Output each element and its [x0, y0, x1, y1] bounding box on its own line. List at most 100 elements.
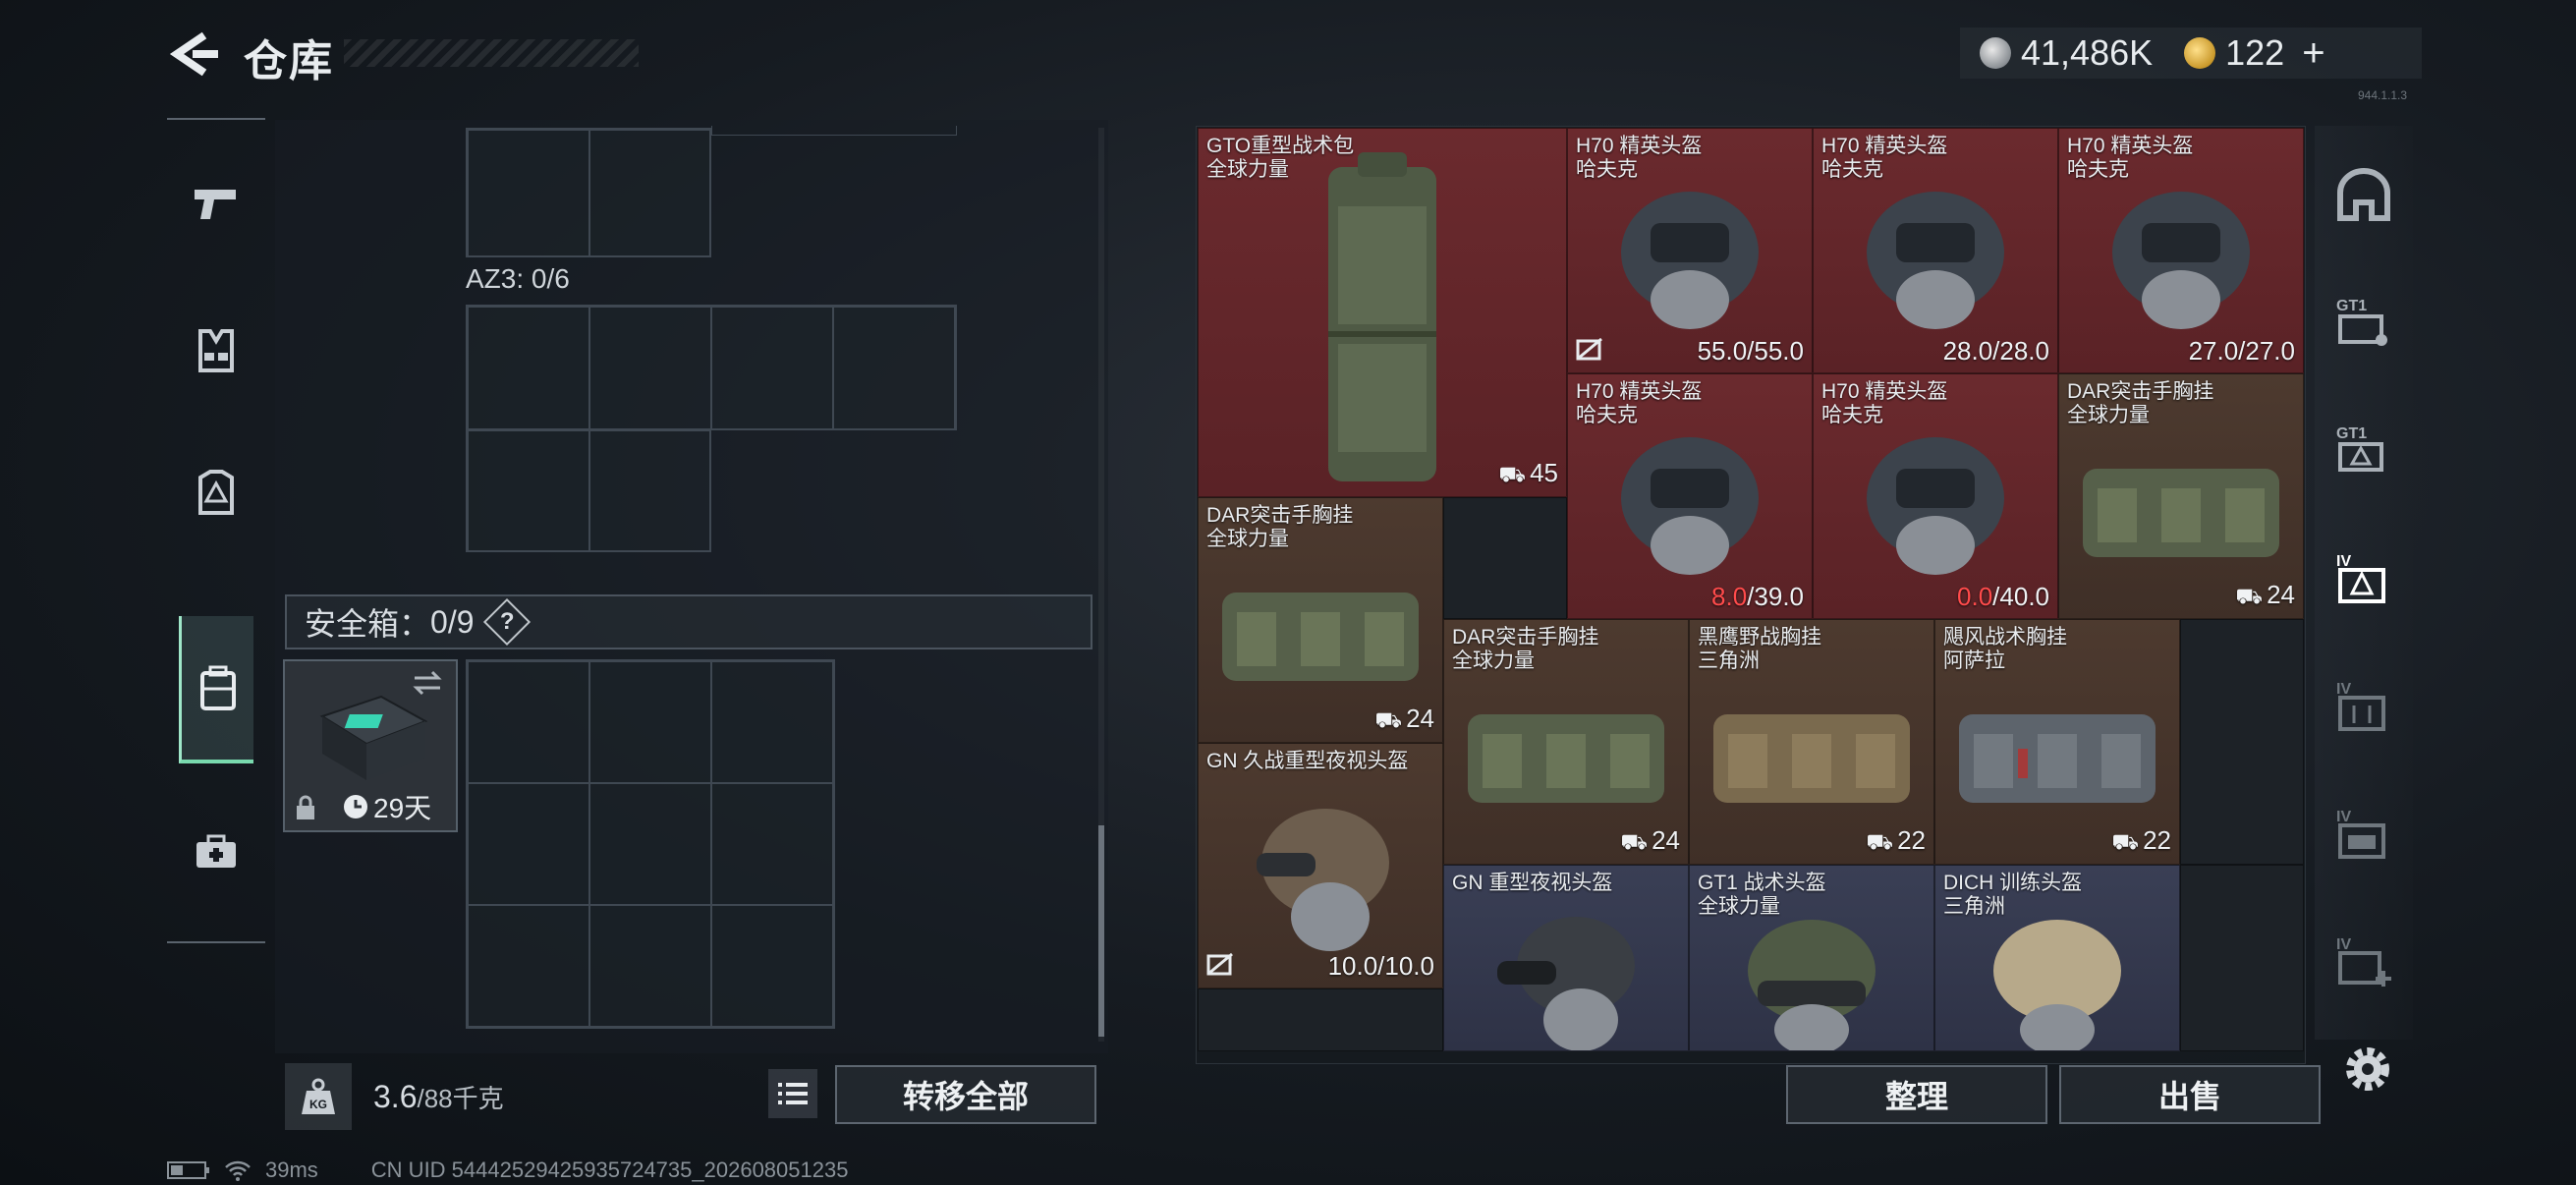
- grid-cell[interactable]: [589, 430, 711, 552]
- battery-icon: [167, 1161, 209, 1179]
- empty-slot[interactable]: [1198, 988, 1443, 1051]
- gt1-tab-icon: GT1: [2336, 298, 2387, 346]
- helmet-image: [1993, 920, 2121, 1050]
- helmet-image: [1621, 437, 1759, 576]
- safe-box-count: 0/9: [430, 603, 475, 640]
- grid-cell[interactable]: [468, 307, 589, 430]
- sell-button[interactable]: 出售: [2059, 1065, 2321, 1124]
- safe-box-item[interactable]: 29天: [283, 659, 458, 832]
- grid-cell[interactable]: [589, 130, 711, 257]
- tab-gt1-2[interactable]: GT1: [2334, 421, 2393, 480]
- tab-tier4[interactable]: IV: [2334, 548, 2393, 607]
- safe-box-icon: [319, 695, 428, 780]
- empty-slot[interactable]: [2180, 619, 2304, 865]
- inventory-item-chest-rig[interactable]: 飓风战术胸挂 阿萨拉 ⛟ 22: [1934, 619, 2180, 865]
- inventory-item-chest-rig[interactable]: DAR突击手胸挂 全球力量 ⛟ 24: [1198, 497, 1443, 743]
- grid-cell[interactable]: [468, 430, 589, 552]
- item-subtitle: 全球力量: [1698, 895, 1780, 918]
- item-capacity: ⛟ 22: [1866, 825, 1926, 858]
- grid-cell[interactable]: [711, 307, 833, 430]
- organize-button[interactable]: 整理: [1786, 1065, 2047, 1124]
- nav-weapons[interactable]: [179, 130, 253, 277]
- inventory-item-backpack[interactable]: GTO重型战术包 全球力量 ⛟ 45: [1198, 128, 1567, 497]
- tab-tier4-2[interactable]: IV: [2334, 676, 2393, 735]
- help-label: ?: [499, 607, 514, 635]
- tab-tier4-3[interactable]: IV: [2334, 804, 2393, 863]
- vest-capacity-icon: ⛟: [1866, 829, 1894, 854]
- tab-tier4-add[interactable]: IV: [2334, 931, 2393, 990]
- grid-cell[interactable]: [589, 783, 711, 905]
- wifi-icon: [225, 1160, 251, 1181]
- scrollbar[interactable]: [1098, 825, 1104, 1037]
- grid-cell[interactable]: [711, 661, 833, 783]
- item-durability: 28.0/28.0: [1942, 336, 2049, 366]
- item-name: H70 精英头盔: [1821, 135, 1948, 157]
- inventory-item-helmet[interactable]: H70 精英头盔 哈夫克 8.0/39.0: [1567, 373, 1813, 619]
- grid-cell[interactable]: [468, 130, 589, 257]
- item-name: GN 久战重型夜视头盔: [1206, 750, 1409, 772]
- tier4-tab-icon: IV: [2336, 553, 2385, 603]
- inventory-item-helmet[interactable]: H70 精英头盔 哈夫克 55.0/55.0: [1567, 128, 1813, 373]
- silver-currency-value: 41,486K: [2021, 32, 2154, 73]
- item-durability: 10.0/10.0: [1327, 951, 1434, 981]
- grid-cell[interactable]: [589, 905, 711, 1027]
- vest-capacity-icon: ⛟: [2111, 829, 2140, 854]
- grid-cell[interactable]: [468, 905, 589, 1027]
- grid-cell[interactable]: [589, 661, 711, 783]
- inventory-item-helmet[interactable]: H70 精英头盔 哈夫克 28.0/28.0: [1813, 128, 2058, 373]
- inventory-item-nv-helmet[interactable]: GN 重型夜视头盔: [1443, 865, 1689, 1051]
- backpack-icon: [199, 665, 236, 710]
- grid-cell[interactable]: [711, 783, 833, 905]
- grid-cell[interactable]: [468, 783, 589, 905]
- empty-slot[interactable]: [1443, 497, 1567, 619]
- nav-backpack[interactable]: [179, 616, 253, 763]
- inventory-item-chest-rig[interactable]: 黑鹰野战胸挂 三角洲 ⛟ 22: [1689, 619, 1934, 865]
- container-grid-top: [466, 128, 711, 257]
- nav-vests[interactable]: [179, 277, 253, 424]
- pistol-icon: [195, 190, 236, 219]
- inventory-item-helmet[interactable]: H70 精英头盔 哈夫克 0.0/40.0: [1813, 373, 2058, 619]
- tab-helmet[interactable]: [2334, 165, 2393, 224]
- tab-gt1[interactable]: GT1: [2334, 293, 2393, 352]
- tab-label: IV: [2336, 553, 2351, 570]
- inventory-item-helmet[interactable]: H70 精英头盔 哈夫克 27.0/27.0: [2058, 128, 2304, 373]
- item-capacity: ⛟ 24: [1374, 704, 1434, 736]
- tab-label: GT1: [2336, 298, 2367, 314]
- inventory-item-helmet[interactable]: GT1 战术头盔 全球力量: [1689, 865, 1934, 1051]
- az3-grid-row2: [466, 428, 711, 552]
- uid-text: CN UID 5444252942593572473​5_20260805123…: [370, 1157, 849, 1182]
- weight-max: /88千克: [417, 1083, 504, 1113]
- item-capacity: ⛟ 24: [2235, 580, 2295, 612]
- inventory-item-chest-rig[interactable]: DAR突击手胸挂 全球力量 ⛟ 24: [1443, 619, 1689, 865]
- item-subtitle: 哈夫克: [1821, 404, 1883, 426]
- inventory-item-nv-helmet[interactable]: GN 久战重型夜视头盔 10.0/10.0: [1198, 743, 1443, 988]
- safe-box-label: 安全箱：: [305, 606, 431, 642]
- item-subtitle: 哈夫克: [1576, 404, 1638, 426]
- tab-label: IV: [2336, 681, 2351, 698]
- add-currency-button[interactable]: +: [2302, 31, 2324, 76]
- nav-medkit[interactable]: [179, 778, 253, 926]
- weight-readout: 3.6/88千克: [373, 1079, 504, 1115]
- grid-cell[interactable]: [711, 905, 833, 1027]
- grid-cell[interactable]: [468, 661, 589, 783]
- inventory-item-helmet[interactable]: DICH 训练头盔 三角洲: [1934, 865, 2180, 1051]
- silver-coin-icon: [1980, 37, 2011, 69]
- grid-cell[interactable]: [833, 307, 955, 430]
- clock-icon: [344, 795, 367, 818]
- settings-gear-icon[interactable]: [2338, 1040, 2397, 1099]
- inventory-item-chest-rig[interactable]: DAR突击手胸挂 全球力量 ⛟ 24: [2058, 373, 2304, 619]
- item-name: DAR突击手胸挂: [2067, 380, 2214, 403]
- help-button[interactable]: ?: [482, 597, 531, 647]
- back-arrow-icon[interactable]: [165, 29, 224, 79]
- chest-rig-image: [1222, 592, 1419, 682]
- status-bar: 39ms CN UID 5444252942593572473​5_202608…: [167, 1157, 848, 1183]
- nav-armor[interactable]: [179, 420, 253, 567]
- item-subtitle: 哈夫克: [2067, 158, 2129, 181]
- item-name: 黑鹰野战胸挂: [1698, 626, 1821, 649]
- swap-icon[interactable]: [411, 669, 444, 697]
- transfer-all-button[interactable]: 转移全部: [835, 1065, 1096, 1124]
- list-view-button[interactable]: [768, 1069, 817, 1118]
- grid-cell[interactable]: [589, 307, 711, 430]
- empty-slot[interactable]: [2180, 865, 2304, 1051]
- item-durability: 27.0/27.0: [2188, 336, 2295, 366]
